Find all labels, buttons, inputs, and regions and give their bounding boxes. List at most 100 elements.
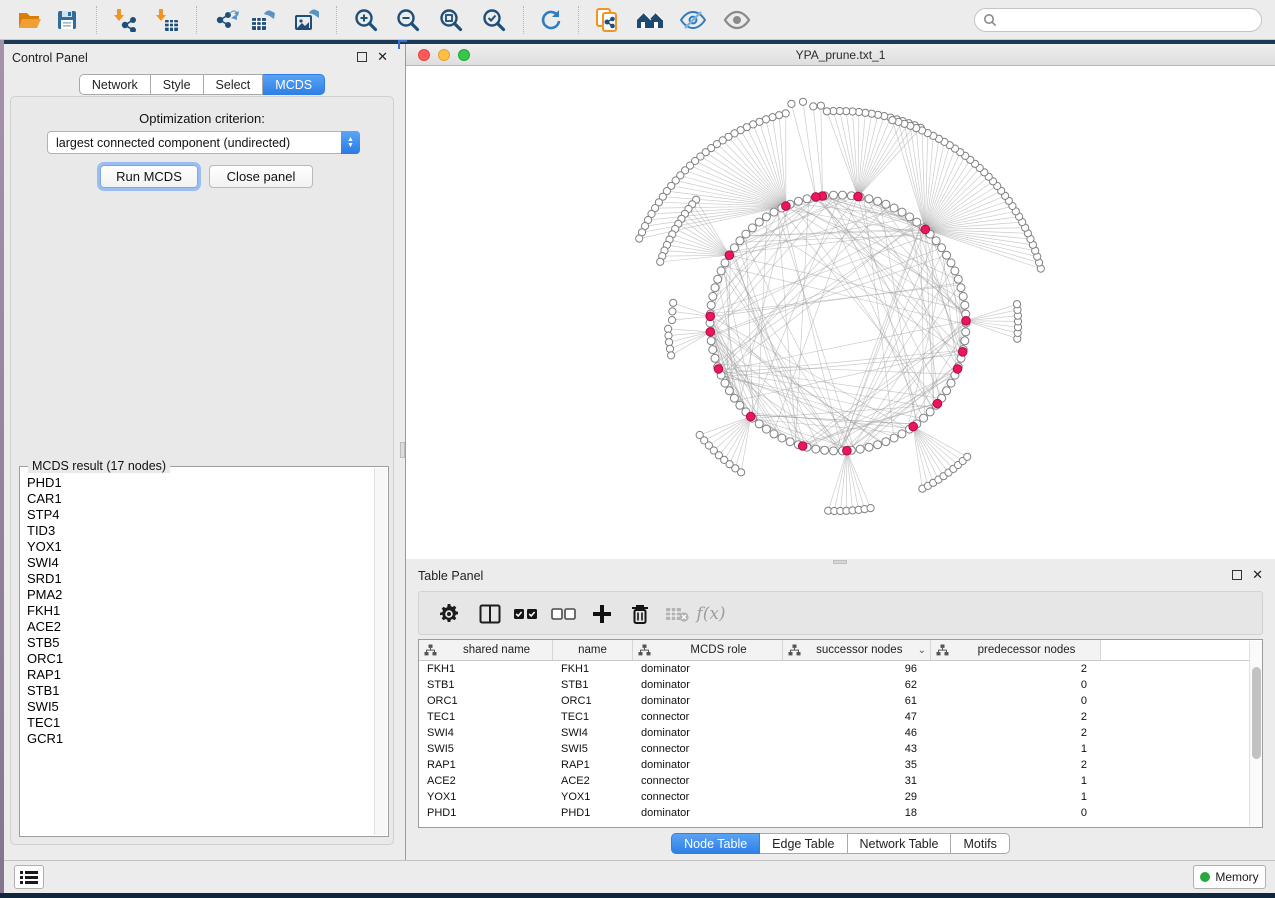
cell-shared_name: FKH1 <box>419 663 553 675</box>
column-header-shared-name[interactable]: shared name <box>419 640 553 660</box>
cell-predecessor_nodes: 1 <box>931 743 1101 755</box>
mcds-result-item[interactable]: CAR1 <box>21 491 374 507</box>
mcds-result-item[interactable]: SWI4 <box>21 555 374 571</box>
toolbar-separator <box>523 6 524 34</box>
optimization-criterion-label: Optimization criterion: <box>11 111 393 126</box>
mcds-result-item[interactable]: SRD1 <box>21 571 374 587</box>
deselect-all-icon[interactable] <box>550 601 578 627</box>
memory-button[interactable]: Memory <box>1193 865 1266 889</box>
column-header-successor-nodes[interactable]: successor nodes⌄ <box>783 640 931 660</box>
tab-select[interactable]: Select <box>204 74 264 95</box>
tab-edge-table[interactable]: Edge Table <box>760 833 847 854</box>
close-panel-icon[interactable]: ✕ <box>1252 570 1263 580</box>
zoom-out-icon[interactable] <box>391 3 425 37</box>
float-window-icon[interactable] <box>357 52 367 62</box>
network-window-titlebar: YPA_prune.txt_1 <box>406 44 1275 66</box>
zoom-selected-icon[interactable] <box>477 3 511 37</box>
tab-network-table[interactable]: Network Table <box>848 833 952 854</box>
tab-node-table[interactable]: Node Table <box>671 833 760 854</box>
search-input[interactable] <box>997 13 1261 27</box>
zoom-fit-icon[interactable] <box>434 3 468 37</box>
eye-slash-icon[interactable] <box>676 3 710 37</box>
eye-icon[interactable] <box>720 3 754 37</box>
table-row[interactable]: ORC1ORC1dominator610 <box>419 693 1262 709</box>
copy-share-icon[interactable] <box>590 3 624 37</box>
sort-chevron-icon[interactable]: ⌄ <box>918 645 926 656</box>
splitter-handle[interactable] <box>400 442 405 458</box>
cell-mcds_role: dominator <box>633 759 783 771</box>
column-header-MCDS-role[interactable]: MCDS role <box>633 640 783 660</box>
table-row[interactable]: PHD1PHD1dominator180 <box>419 805 1262 821</box>
save-icon[interactable] <box>50 3 84 37</box>
mcds-result-item[interactable]: YOX1 <box>21 539 374 555</box>
mcds-result-item[interactable]: SWI5 <box>21 699 374 715</box>
tab-network[interactable]: Network <box>79 74 151 95</box>
mcds-result-item[interactable]: RAP1 <box>21 667 374 683</box>
column-header-predecessor-nodes[interactable]: predecessor nodes <box>931 640 1101 660</box>
table-scrollbar[interactable] <box>1249 641 1262 826</box>
mcds-result-item[interactable]: TEC1 <box>21 715 374 731</box>
show-column-panel-icon[interactable] <box>476 601 504 627</box>
table-settings-gear-icon[interactable] <box>435 601 463 627</box>
export-network-icon[interactable] <box>210 3 244 37</box>
cell-successor_nodes: 18 <box>783 807 931 819</box>
network-graph[interactable] <box>406 66 1275 559</box>
mcds-result-item[interactable]: FKH1 <box>21 603 374 619</box>
table-row[interactable]: RAP1RAP1dominator352 <box>419 757 1262 773</box>
table-row[interactable]: SWI5SWI5connector431 <box>419 741 1262 757</box>
task-history-button[interactable] <box>14 865 44 889</box>
table-row[interactable]: STB1STB1dominator620 <box>419 677 1262 693</box>
mcds-result-item[interactable]: STP4 <box>21 507 374 523</box>
column-header-name[interactable]: name <box>553 640 633 660</box>
zoom-in-icon[interactable] <box>349 3 383 37</box>
close-panel-icon[interactable]: ✕ <box>377 52 388 62</box>
tab-mcds[interactable]: MCDS <box>263 74 325 95</box>
toolbar-separator <box>196 6 197 34</box>
table-row[interactable]: FKH1FKH1dominator962 <box>419 661 1262 677</box>
delete-table-icon-disabled <box>663 601 691 627</box>
network-canvas[interactable] <box>406 66 1275 559</box>
export-table-icon[interactable] <box>246 3 280 37</box>
add-column-plus-icon[interactable] <box>588 601 616 627</box>
toolbar-separator <box>336 6 337 34</box>
table-body: FKH1FKH1dominator962STB1STB1dominator620… <box>419 661 1262 821</box>
refresh-icon[interactable] <box>534 3 568 37</box>
search-box[interactable] <box>974 8 1262 32</box>
mcds-result-item[interactable]: TID3 <box>21 523 374 539</box>
table-row[interactable]: ACE2ACE2connector311 <box>419 773 1262 789</box>
tab-motifs[interactable]: Motifs <box>951 833 1009 854</box>
float-window-icon[interactable] <box>1232 570 1242 580</box>
table-row[interactable]: SWI4SWI4dominator462 <box>419 725 1262 741</box>
mcds-result-item[interactable]: ORC1 <box>21 651 374 667</box>
table-row[interactable]: TEC1TEC1connector472 <box>419 709 1262 725</box>
table-toolbar: f(x) <box>418 591 1263 635</box>
cell-shared_name: ACE2 <box>419 775 553 787</box>
cell-shared_name: SWI5 <box>419 743 553 755</box>
optimization-criterion-select[interactable]: largest connected component (undirected)… <box>47 131 360 154</box>
mcds-result-item[interactable]: ACE2 <box>21 619 374 635</box>
scrollbar-thumb[interactable] <box>1252 667 1261 759</box>
import-table-icon[interactable] <box>150 3 184 37</box>
cell-predecessor_nodes: 0 <box>931 695 1101 707</box>
houses-icon[interactable] <box>633 3 667 37</box>
export-image-icon[interactable] <box>290 3 324 37</box>
open-folder-icon[interactable] <box>12 3 46 37</box>
mcds-result-item[interactable]: STB5 <box>21 635 374 651</box>
delete-trash-icon[interactable] <box>626 601 654 627</box>
table-row[interactable]: YOX1YOX1connector291 <box>419 789 1262 805</box>
mcds-result-title: MCDS result (17 nodes) <box>28 459 170 473</box>
control-panel-title: Control Panel <box>12 51 88 65</box>
mcds-result-item[interactable]: GCR1 <box>21 731 374 747</box>
mcds-list-scrollbar[interactable] <box>374 468 387 835</box>
splitter-handle[interactable] <box>833 560 847 564</box>
select-all-icon[interactable] <box>512 601 540 627</box>
cell-predecessor_nodes: 2 <box>931 711 1101 723</box>
mcds-result-item[interactable]: STB1 <box>21 683 374 699</box>
run-mcds-button[interactable]: Run MCDS <box>100 165 198 188</box>
mcds-result-item[interactable]: PHD1 <box>21 475 374 491</box>
tab-style[interactable]: Style <box>151 74 204 95</box>
mcds-result-item[interactable]: PMA2 <box>21 587 374 603</box>
import-network-icon[interactable] <box>108 3 142 37</box>
cell-mcds_role: connector <box>633 711 783 723</box>
close-panel-button[interactable]: Close panel <box>209 165 313 188</box>
